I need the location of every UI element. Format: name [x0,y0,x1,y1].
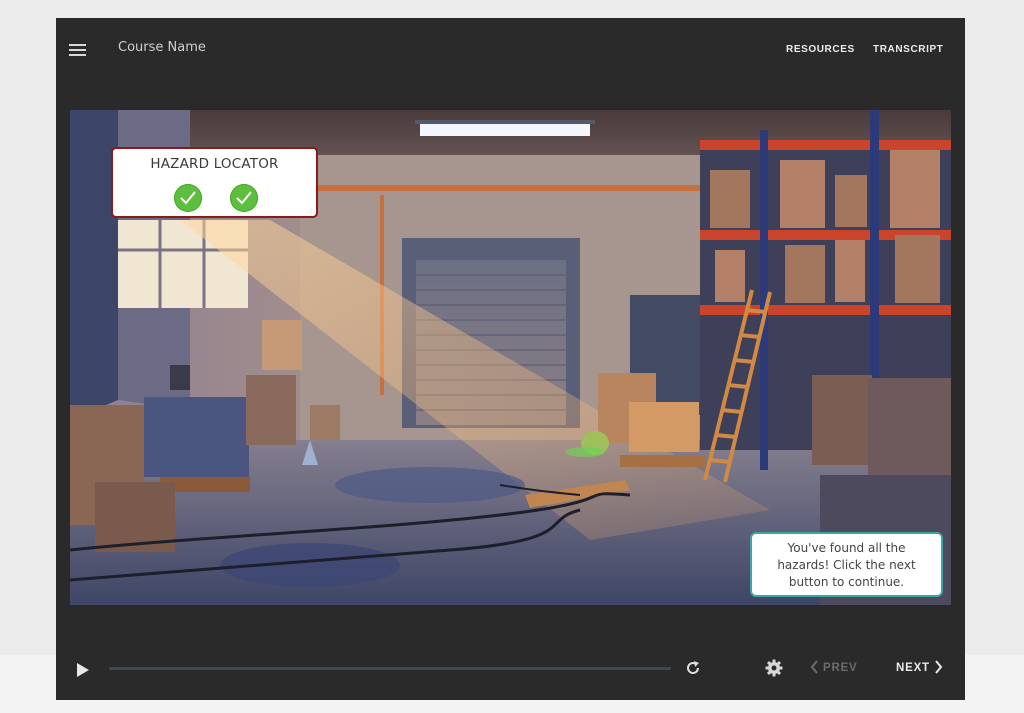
hamburger-menu-icon[interactable] [69,44,86,56]
course-player: Course Name RESOURCES TRANSCRIPT HAZARD … [56,18,965,700]
next-button[interactable]: NEXT [896,660,943,676]
chevron-right-icon [935,660,943,674]
resources-link[interactable]: RESOURCES [786,44,855,55]
replay-icon [687,661,700,674]
checkmark-icon [174,184,202,212]
course-title: Course Name [118,40,206,55]
prev-label: PREV [823,662,858,675]
settings-button[interactable] [765,659,783,677]
hazard-locator-title: HAZARD LOCATOR [150,156,279,172]
replay-button[interactable] [685,660,701,676]
prev-button[interactable]: PREV [810,660,858,676]
transcript-link[interactable]: TRANSCRIPT [873,44,943,55]
feedback-callout: You've found all the hazards! Click the … [750,532,943,597]
seek-bar[interactable] [109,667,671,670]
gear-icon [765,659,783,677]
hazard-locator-panel: HAZARD LOCATOR [111,147,318,218]
slide-stage: HAZARD LOCATOR You've found all the haza… [70,110,951,605]
play-icon [77,663,89,677]
next-label: NEXT [896,662,930,675]
feedback-message: You've found all the hazards! Click the … [777,541,916,589]
play-button[interactable] [76,662,90,678]
checkmark-icon [230,184,258,212]
chevron-left-icon [810,660,818,674]
